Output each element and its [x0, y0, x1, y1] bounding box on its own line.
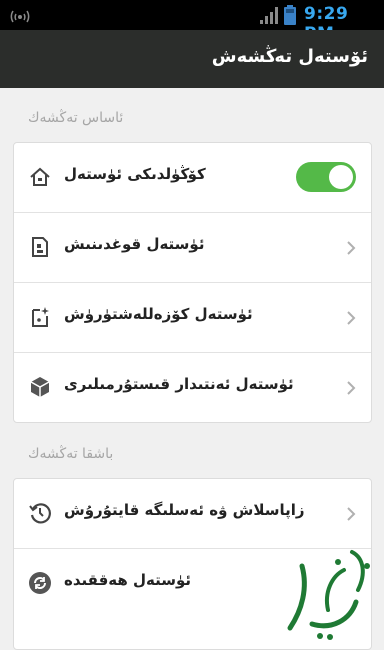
row-label-backup-restore: زاپاسلاش ۋە ئەسلىگە قايتۇرۇش [64, 501, 305, 519]
signal-icon [260, 7, 278, 24]
battery-icon [284, 5, 296, 25]
row-label-desktop-protection: ئۈستەل قوغدىنىش [64, 235, 205, 253]
cube-icon [30, 377, 50, 397]
page-title: ئۆستەل تەڭشەش [211, 46, 368, 67]
logo-watermark [287, 550, 370, 640]
backup-restore-row[interactable]: زاپاسلاش ۋە ئەسلىگە قايتۇرۇش [14, 479, 371, 549]
chevron-right-icon [347, 507, 356, 521]
row-label-default-desktop: كۆڭۈلدىكى ئۈستەل [64, 165, 206, 183]
row-label-desktop-plugins: ئۈستەل ئەنتىدار قىستۇرمىلىرى [64, 375, 294, 393]
lock-page-icon [32, 237, 48, 257]
status-bar: 9:29 PM [0, 0, 384, 44]
chevron-right-icon [347, 241, 356, 255]
wifi-broadcast-icon [10, 10, 30, 23]
row-label-desktop-beautify: ئۈستەل كۆزەللەشتۈرۈش [64, 305, 253, 323]
chevron-right-icon [347, 311, 356, 325]
desktop-plugins-row[interactable]: ئۈستەل ئەنتىدار قىستۇرمىلىرى [14, 353, 371, 422]
history-icon [29, 503, 51, 524]
row-label-about-desktop: ئۈستەل ھەققىدە [64, 571, 192, 589]
desktop-beautify-row[interactable]: ئۈستەل كۆزەللەشتۈرۈش [14, 283, 371, 353]
app-bar: ئۆستەل تەڭشەش [0, 30, 384, 88]
section-header-other: باشقا تەڭشەك [28, 446, 114, 462]
sparkle-page-icon [32, 307, 49, 327]
desktop-protection-row[interactable]: ئۈستەل قوغدىنىش [14, 213, 371, 283]
home-icon [30, 167, 50, 186]
settings-card-basic: كۆڭۈلدىكى ئۈستەل ئۈستەل قوغدىنىش ئۈستەل … [13, 142, 372, 423]
refresh-icon [29, 572, 51, 594]
default-desktop-row[interactable]: كۆڭۈلدىكى ئۈستەل [14, 143, 371, 213]
chevron-right-icon [347, 381, 356, 395]
section-header-basic: ئاساس تەڭشەك [28, 110, 124, 126]
default-desktop-toggle[interactable] [296, 162, 356, 192]
toggle-knob [329, 165, 353, 189]
